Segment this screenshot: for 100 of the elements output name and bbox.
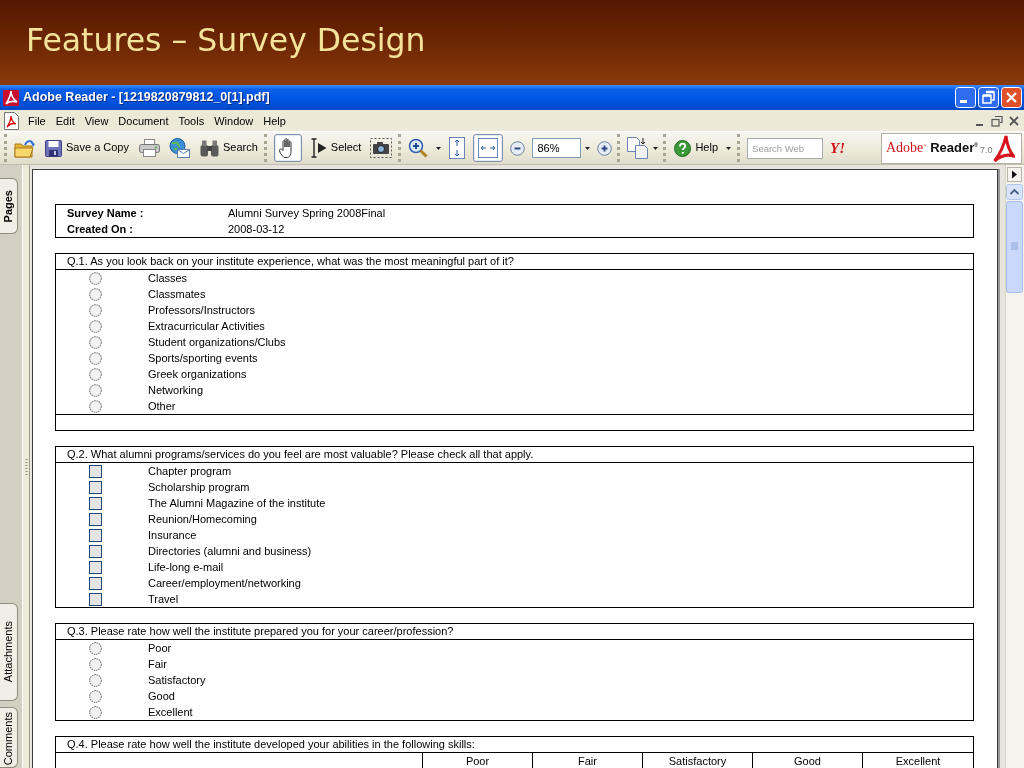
radio-button[interactable] bbox=[89, 689, 102, 703]
page-arrows-icon bbox=[449, 137, 466, 159]
menu-item[interactable]: Edit bbox=[50, 113, 80, 128]
radio-button[interactable] bbox=[89, 705, 102, 719]
menu-item[interactable]: Document bbox=[113, 113, 174, 128]
help-icon bbox=[674, 139, 692, 157]
checkbox[interactable] bbox=[89, 560, 102, 574]
restore-icon[interactable] bbox=[978, 87, 999, 108]
option-label: Poor bbox=[148, 641, 172, 656]
option-label: Career/employment/networking bbox=[148, 576, 301, 591]
option-label: Scholarship program bbox=[148, 480, 250, 495]
radio-button[interactable] bbox=[89, 673, 102, 687]
fit-width-button[interactable] bbox=[473, 134, 504, 162]
zoom-out-icon[interactable] bbox=[510, 140, 526, 156]
field-label: Created On : bbox=[66, 222, 134, 237]
pages-icon[interactable] bbox=[627, 137, 650, 159]
caret-icon[interactable] bbox=[585, 146, 591, 150]
zoom-in-icon[interactable] bbox=[597, 140, 613, 156]
column-header: Fair bbox=[533, 753, 643, 768]
field-label: Survey Name : bbox=[66, 206, 145, 221]
checkbox[interactable] bbox=[89, 464, 102, 478]
camera-icon bbox=[370, 138, 393, 158]
search-web-field[interactable]: Search Web bbox=[747, 137, 824, 159]
menu-item[interactable]: Window bbox=[209, 113, 259, 128]
radio-button[interactable] bbox=[89, 271, 102, 285]
brand-name: Adobe$^{®}$ bbox=[886, 139, 928, 157]
radio-button[interactable] bbox=[89, 287, 102, 301]
checkbox[interactable] bbox=[89, 528, 102, 542]
option-label: Chapter program bbox=[148, 464, 232, 479]
version-label: 7.0 bbox=[979, 145, 993, 156]
option-label: Insurance bbox=[148, 528, 197, 543]
binoculars-icon bbox=[200, 139, 219, 157]
select-tool-button[interactable]: Select bbox=[308, 134, 363, 162]
zoom-field[interactable]: 86% bbox=[532, 138, 582, 158]
checkbox[interactable] bbox=[89, 512, 102, 526]
scroll-up-icon[interactable] bbox=[1006, 184, 1023, 200]
option-label: Networking bbox=[148, 383, 204, 398]
radio-button[interactable] bbox=[89, 303, 102, 317]
fit-page-button[interactable] bbox=[448, 134, 467, 162]
question-text: Q.2. What alumni programs/services do you feel are most valuable? Please check all that apply. bbox=[56, 447, 973, 463]
radio-button[interactable] bbox=[89, 641, 102, 655]
menu-item[interactable]: Tools bbox=[173, 113, 210, 128]
radio-button[interactable] bbox=[89, 367, 102, 381]
radio-button[interactable] bbox=[89, 399, 102, 413]
radio-button[interactable] bbox=[89, 383, 102, 397]
checkbox[interactable] bbox=[89, 496, 102, 510]
printer-icon[interactable] bbox=[139, 139, 160, 157]
option-label: Classes bbox=[148, 271, 188, 286]
option-label: Good bbox=[148, 689, 175, 704]
slide-title: Features – Survey Design bbox=[26, 24, 426, 57]
checkbox[interactable] bbox=[89, 544, 102, 558]
question-text: Q.1. As you look back on your institute experience, what was the most meaningful part of it? bbox=[56, 254, 973, 270]
menu-item[interactable]: Help bbox=[258, 113, 291, 128]
option-label: Life-long e-mail bbox=[148, 560, 224, 575]
radio-button[interactable] bbox=[89, 351, 102, 365]
scrollbar-thumb[interactable] bbox=[1006, 201, 1023, 293]
save-copy-button[interactable]: Save a Copy bbox=[44, 134, 130, 162]
field-value: Alumni Survey Spring 2008Final bbox=[228, 206, 386, 221]
close-icon[interactable] bbox=[1008, 114, 1020, 127]
checkbox[interactable] bbox=[89, 576, 102, 590]
globe-envelope-icon[interactable] bbox=[169, 138, 190, 158]
field-value: 2008-03-12 bbox=[228, 222, 285, 237]
option-label: Student organizations/Clubs bbox=[148, 335, 286, 350]
question-text: Q.3. Please rate how well the institute prepared you for your career/profession? bbox=[56, 624, 973, 640]
product-name: Reader$^{®}$ bbox=[930, 140, 978, 156]
help-button[interactable]: Help bbox=[673, 134, 733, 162]
checkbox[interactable] bbox=[89, 480, 102, 494]
option-label: Other bbox=[148, 399, 176, 414]
option-label: Travel bbox=[148, 592, 179, 607]
caret-icon bbox=[726, 146, 732, 150]
option-label: Directories (alumni and business) bbox=[148, 544, 312, 559]
column-header: Excellent bbox=[894, 754, 942, 768]
text-cursor-icon bbox=[309, 138, 327, 158]
restore-icon[interactable] bbox=[991, 114, 1003, 127]
menu-item[interactable]: View bbox=[79, 113, 114, 128]
option-label: Satisfactory bbox=[148, 673, 206, 688]
checkbox[interactable] bbox=[89, 592, 102, 606]
option-label: Reunion/Homecoming bbox=[148, 512, 257, 527]
radio-button[interactable] bbox=[89, 657, 102, 671]
menu-item[interactable]: File bbox=[23, 113, 51, 128]
option-label: Excellent bbox=[148, 705, 193, 720]
window-title: Adobe Reader - [1219820879812_0[1].pdf] bbox=[23, 90, 270, 105]
web-search-logo[interactable]: Y! bbox=[830, 139, 846, 157]
search-button[interactable]: Search bbox=[199, 134, 259, 162]
side-tab[interactable]: Comments bbox=[0, 706, 18, 768]
folder-icon[interactable] bbox=[14, 138, 35, 158]
question-text: Q.4. Please rate how well the institute developed your abilities in the following skills: bbox=[56, 737, 973, 753]
radio-button[interactable] bbox=[89, 335, 102, 349]
zoom-in-icon[interactable] bbox=[408, 138, 429, 158]
hand-tool-button[interactable] bbox=[273, 134, 302, 162]
side-tab[interactable]: Attachments bbox=[0, 602, 18, 701]
minimize-icon[interactable] bbox=[955, 87, 976, 108]
caret-icon[interactable] bbox=[436, 146, 442, 150]
option-label: The Alumni Magazine of the institute bbox=[148, 496, 326, 511]
option-label: Fair bbox=[148, 657, 167, 672]
panel-splitter[interactable] bbox=[22, 165, 30, 768]
side-tab[interactable]: Pages bbox=[0, 178, 18, 234]
caret-icon[interactable] bbox=[653, 146, 659, 150]
grip-icon[interactable] bbox=[24, 458, 28, 475]
radio-button[interactable] bbox=[89, 319, 102, 333]
